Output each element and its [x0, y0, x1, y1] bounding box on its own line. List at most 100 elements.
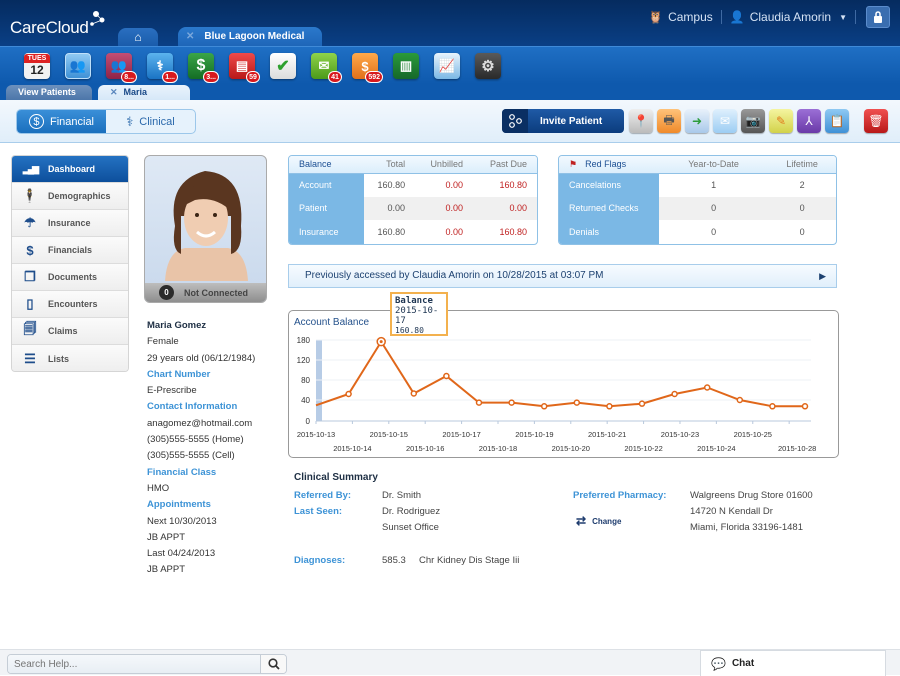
reports-chart-icon[interactable]: 📈	[434, 53, 460, 79]
practice-tab[interactable]: ✕ Blue Lagoon Medical	[178, 27, 322, 46]
cell-unbilled: 0.00	[445, 180, 463, 190]
column-header: Past Due	[472, 156, 537, 174]
clinical-stethoscope-icon[interactable]: ⚕ 1...	[147, 53, 178, 83]
calendar-icon[interactable]: TUES 12	[24, 53, 50, 79]
view-patients-tab[interactable]: View Patients	[6, 85, 92, 100]
diagnoses-label: Diagnoses:	[294, 555, 346, 566]
lock-button[interactable]	[866, 6, 890, 28]
umbrella-icon: ☂	[24, 215, 36, 230]
patient-email[interactable]: anagomez@hotmail.com	[147, 416, 287, 432]
diagnosis-description: Chr Kidney Dis Stage Iii	[419, 555, 520, 566]
home-tab[interactable]: ⌂	[118, 28, 158, 46]
change-label: Change	[592, 516, 622, 526]
red-flags-table: ⚑ Red Flags Year-to-Date Lifetime Cancela…	[558, 155, 837, 245]
patients-icon[interactable]: 👥	[65, 53, 91, 79]
sidebar-item-demographics[interactable]: 🕴 Demographics	[12, 183, 128, 210]
campus-link[interactable]: Campus	[668, 10, 713, 24]
user-menu[interactable]: Claudia Amorin	[750, 10, 831, 24]
person-icon: 🕴	[21, 188, 39, 203]
email-icon[interactable]: ✉	[713, 109, 737, 133]
action-bar: $ Financial ⚕ Clinical Invite Patient 📍 …	[0, 100, 900, 143]
x-tick-label: 2015-10-25	[734, 430, 772, 439]
row-label: Cancelations	[559, 173, 659, 197]
merge-icon[interactable]: ⅄	[797, 109, 821, 133]
patient-groups-icon[interactable]: 👥 8...	[106, 53, 137, 83]
camera-icon[interactable]: 📷	[741, 109, 765, 133]
chevron-down-icon[interactable]: ▼	[839, 13, 847, 22]
messages-inbox-icon[interactable]: ✉ 41	[311, 53, 342, 83]
search-button[interactable]	[260, 655, 286, 673]
sidebar-item-lists[interactable]: ☰ Lists	[12, 345, 128, 371]
cell-unbilled: 0.00	[415, 196, 473, 220]
clinical-summary-title: Clinical Summary	[294, 472, 378, 483]
next-appointment-type: JB APPT	[147, 531, 186, 543]
sidebar-item-label: Claims	[48, 326, 78, 336]
sidebar-item-encounters[interactable]: ▯ Encounters	[12, 291, 128, 318]
contact-heading: Contact Information	[147, 401, 238, 413]
sidebar-item-label: Financials	[48, 245, 93, 255]
current-patient-tab[interactable]: ✕Maria Gomez	[98, 85, 190, 112]
list-icon: ☰	[24, 350, 36, 366]
settings-gear-icon[interactable]: ⚙	[475, 53, 501, 79]
sidebar-item-claims[interactable]: 🗐 Claims	[12, 318, 128, 345]
notification-badge: 59	[246, 71, 260, 83]
sidebar-item-documents[interactable]: ❐ Documents	[12, 264, 128, 291]
data-point	[801, 403, 809, 410]
search-help-input[interactable]	[8, 655, 260, 673]
patient-photo[interactable]: 0 Not Connected	[144, 155, 267, 303]
data-point	[769, 403, 776, 410]
cell-ytd: 0	[711, 226, 717, 237]
tooltip-date: 2015-10-17	[395, 306, 439, 326]
table-row: Account 160.80 0.00 160.80	[289, 173, 537, 197]
clipboard-icon[interactable]: 📋	[825, 109, 849, 133]
balance-table: Balance Total Unbilled Past Due Account …	[288, 155, 538, 245]
pharmacy-name: Walgreens Drug Store 01600	[690, 490, 813, 501]
sidebar-item-label: Dashboard	[48, 164, 96, 174]
patient-info: Maria Gomez Female 29 years old (06/12/1…	[147, 318, 287, 579]
export-document-icon[interactable]: ➜	[685, 109, 709, 133]
chat-button[interactable]: 💬 Chat	[700, 650, 886, 676]
data-point	[736, 396, 744, 404]
financial-toggle[interactable]: $ Financial	[17, 110, 106, 133]
notification-badge: 41	[328, 71, 342, 83]
divider	[855, 10, 856, 24]
next-appointment[interactable]: Next 10/30/2013	[147, 514, 287, 530]
delete-trash-icon[interactable]: 🗑	[864, 109, 888, 133]
row-label: Denials	[559, 220, 659, 244]
invite-patient-button[interactable]: Invite Patient	[502, 109, 624, 133]
clinical-toggle[interactable]: ⚕ Clinical	[106, 110, 195, 133]
collections-moneybag-icon[interactable]: $592	[352, 53, 383, 83]
close-tab-icon[interactable]: ✕	[186, 31, 194, 42]
access-history-bar[interactable]: Previously accessed by Claudia Amorin on…	[288, 264, 837, 288]
documents-icon[interactable]: ▤ 59	[229, 53, 260, 83]
column-header: Year-to-Date	[659, 156, 769, 174]
tooltip-title: Balance	[395, 296, 433, 306]
cell-total: 160.80	[377, 226, 406, 237]
pharmacy-address-line2: Miami, Florida 33196-1481	[690, 522, 804, 533]
claims-icon: 🗐	[23, 321, 37, 336]
patient-phone-home: (305)555-5555 (Home)	[147, 434, 244, 446]
sidebar-item-financials[interactable]: $ Financials	[12, 237, 128, 264]
close-tab-icon[interactable]: ✕	[110, 87, 118, 97]
change-pharmacy-button[interactable]: ⇄ Change	[576, 514, 621, 528]
billing-dollar-icon[interactable]: $3...	[188, 53, 219, 83]
last-appointment[interactable]: Last 04/24/2013	[147, 546, 287, 562]
y-tick-label: 40	[301, 396, 310, 405]
patient-sidebar: ▂▄▆ Dashboard 🕴 Demographics ☂ Insurance $ F…	[11, 155, 129, 372]
data-point	[638, 400, 646, 407]
row-label: Insurance	[289, 220, 364, 244]
sidebar-item-label: Insurance	[48, 218, 91, 228]
play-arrow-icon[interactable]: ▶	[819, 265, 826, 287]
sidebar-item-dashboard[interactable]: ▂▄▆ Dashboard	[12, 156, 128, 183]
sidebar-item-insurance[interactable]: ☂ Insurance	[12, 210, 128, 237]
map-pin-icon[interactable]: 📍	[629, 109, 653, 133]
library-icon[interactable]: ▥	[393, 53, 419, 79]
print-icon[interactable]: 🖶	[657, 109, 681, 133]
edit-pencil-icon[interactable]: ✎	[769, 109, 793, 133]
tasks-check-icon[interactable]: ✔	[270, 53, 296, 79]
invite-patient-label: Invite Patient	[540, 115, 603, 127]
account-balance-chart: Account Balance 0 40 80 120 180 2015-10-13 201…	[288, 310, 839, 458]
table-row: Insurance 160.80 0.00 160.80	[289, 220, 537, 244]
notification-badge: 592	[365, 71, 383, 83]
carecloud-logo[interactable]: CareCloud	[10, 18, 89, 38]
